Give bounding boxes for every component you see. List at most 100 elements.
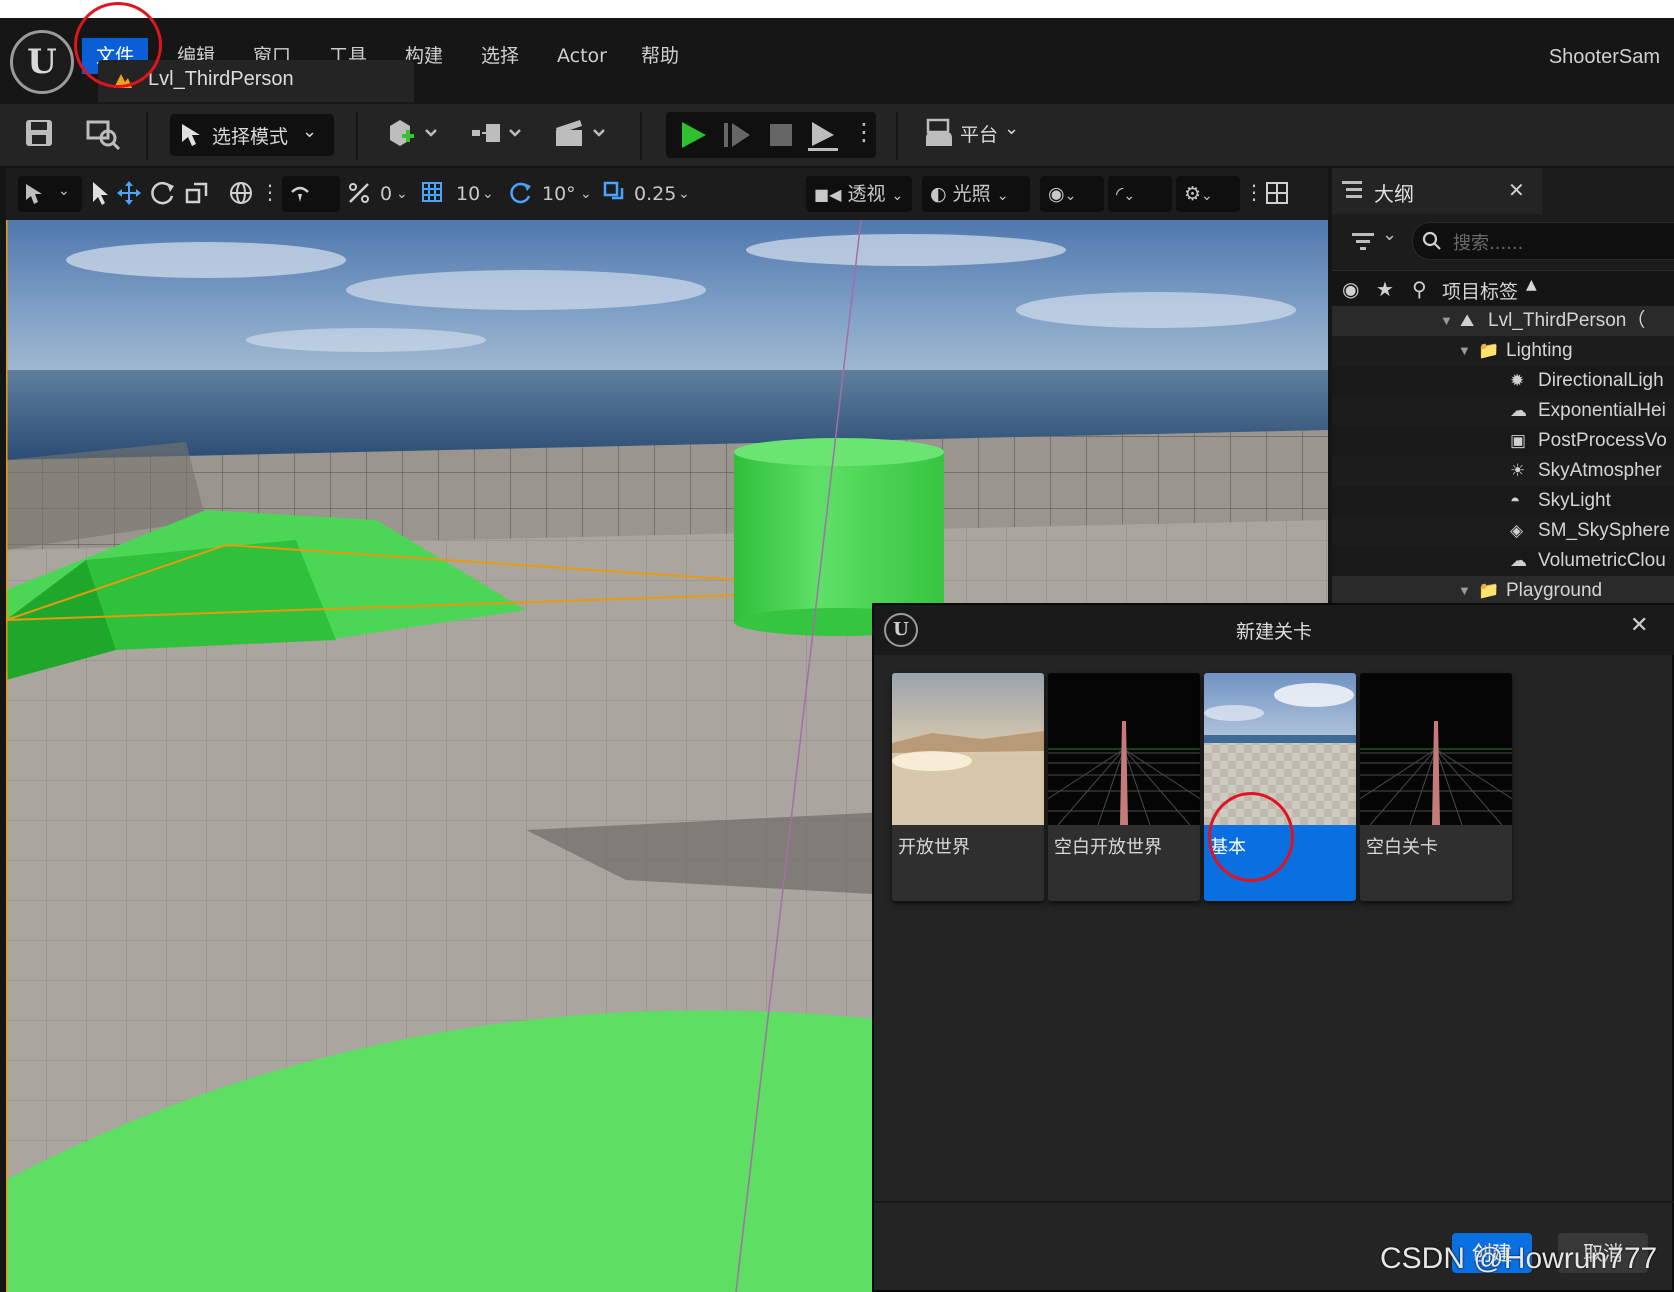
expand-arrow-icon[interactable]: ▼ bbox=[1440, 306, 1453, 336]
chevron-down-icon: ⌄ bbox=[580, 186, 592, 202]
outliner-row-label: VolumetricClou bbox=[1538, 550, 1666, 571]
show-dropdown[interactable]: ◉⌄ bbox=[1040, 176, 1104, 212]
outliner-row[interactable]: ◈ SM_SkySphere bbox=[1332, 516, 1674, 546]
add-actor-icon[interactable] bbox=[386, 118, 442, 150]
transform-mode-dropdown[interactable]: ⌄ bbox=[18, 176, 82, 212]
eye-icon[interactable]: ◉ bbox=[1342, 277, 1359, 301]
grid-snap-icon[interactable] bbox=[420, 180, 446, 206]
lighting-dropdown[interactable]: ◐ 光照 ⌄ bbox=[922, 176, 1030, 212]
outliner-row-label: Lighting bbox=[1506, 340, 1573, 361]
expand-arrow-icon[interactable]: ▼ bbox=[1458, 576, 1471, 606]
menu-actor[interactable]: Actor bbox=[543, 38, 621, 74]
close-icon[interactable]: ✕ bbox=[1508, 178, 1525, 202]
level-tab-label: Lvl_ThirdPerson bbox=[148, 68, 294, 90]
template-label: 空白关卡 bbox=[1366, 837, 1438, 858]
more-options-icon[interactable]: ⋮ bbox=[260, 178, 280, 206]
scale-snap-value[interactable]: 0.25 bbox=[634, 180, 676, 208]
blueprint-icon[interactable] bbox=[470, 118, 526, 150]
outliner-row[interactable]: ✹ DirectionalLigh bbox=[1332, 366, 1674, 396]
outliner-row[interactable]: ◓ SkyLight bbox=[1332, 486, 1674, 516]
watermark: CSDN @Howrun777 bbox=[1380, 1242, 1658, 1275]
select-mode-icon bbox=[182, 124, 200, 146]
layout-icon[interactable] bbox=[1264, 180, 1290, 206]
rotation-snap-icon[interactable] bbox=[346, 180, 372, 206]
chevron-down-icon: ⌄ bbox=[1123, 188, 1136, 204]
chevron-down-icon: ⌄ bbox=[996, 188, 1009, 204]
star-icon[interactable]: ★ bbox=[1376, 277, 1394, 301]
directional-light-icon: ✹ bbox=[1510, 371, 1525, 390]
select-mode-button[interactable]: 选择模式 ⌄ bbox=[170, 114, 334, 156]
menu-select[interactable]: 选择 bbox=[467, 38, 533, 74]
browse-content-icon[interactable] bbox=[86, 116, 122, 150]
menu-help[interactable]: 帮助 bbox=[627, 38, 693, 74]
outliner-row[interactable]: ☁ ExponentialHei bbox=[1332, 396, 1674, 426]
performance-dropdown[interactable]: ◜⌄ bbox=[1108, 176, 1172, 212]
template-empty-level[interactable]: 空白关卡 bbox=[1360, 673, 1512, 901]
surface-snap-icon bbox=[291, 186, 309, 202]
outliner-row[interactable]: ▣ PostProcessVo bbox=[1332, 426, 1674, 456]
stop-icon[interactable] bbox=[766, 120, 796, 150]
chevron-down-icon: ⌄ bbox=[1382, 224, 1398, 245]
outliner-row[interactable]: ▼ 📁 Playground bbox=[1332, 576, 1674, 606]
close-icon[interactable]: ✕ bbox=[1630, 613, 1648, 638]
world-local-icon[interactable] bbox=[228, 180, 254, 206]
viewport-toolbar: ⌄ ⋮ 0 ⌄ 10 ⌄ 10° ⌄ 0.25 ⌄ ■◀ 透视 ⌄ ◐ 光照 ⌄ bbox=[6, 168, 1328, 220]
gear-icon: ⚙ bbox=[1184, 183, 1202, 205]
surface-snap-dropdown[interactable] bbox=[282, 176, 340, 212]
chevron-down-icon: ⌄ bbox=[302, 121, 318, 142]
expand-arrow-icon[interactable]: ▼ bbox=[1458, 336, 1471, 366]
filter-icon[interactable] bbox=[1350, 228, 1376, 254]
settings-dropdown[interactable]: ⚙⌄ bbox=[1176, 176, 1240, 212]
scale-tool-icon[interactable] bbox=[184, 180, 210, 206]
cinematics-icon[interactable] bbox=[554, 116, 610, 150]
chevron-down-icon: ⌄ bbox=[891, 188, 904, 204]
folder-icon: 📁 bbox=[1478, 581, 1500, 600]
template-open-world[interactable]: 开放世界 bbox=[892, 673, 1044, 901]
outliner-row[interactable]: ▼ 📁 Lighting bbox=[1332, 336, 1674, 366]
template-label: 开放世界 bbox=[898, 837, 970, 858]
dialog-footer-divider bbox=[874, 1201, 1674, 1203]
toolbar-separator bbox=[146, 112, 148, 160]
translate-tool-icon[interactable] bbox=[116, 180, 142, 206]
fog-icon: ☁ bbox=[1510, 401, 1527, 420]
outliner-tree: ▼ ⛰ Lvl_ThirdPerson（ ▼ 📁 Lighting ✹ Directional… bbox=[1332, 306, 1674, 606]
angle-snap-value[interactable]: 10° bbox=[542, 180, 576, 208]
perspective-dropdown[interactable]: ■◀ 透视 ⌄ bbox=[806, 176, 912, 212]
outliner-search-input[interactable]: 搜索...... bbox=[1412, 222, 1674, 260]
select-tool-icon[interactable] bbox=[90, 180, 112, 206]
play-icon[interactable] bbox=[678, 120, 708, 150]
rotate-tool-icon[interactable] bbox=[150, 180, 176, 206]
template-empty-open-world[interactable]: 空白开放世界 bbox=[1048, 673, 1200, 901]
more-options-icon[interactable]: ⋮ bbox=[1244, 178, 1264, 206]
top-strip bbox=[0, 0, 1674, 18]
chevron-down-icon: ⌄ bbox=[58, 183, 70, 199]
chevron-down-icon: ⌄ bbox=[482, 186, 494, 202]
outliner-tab[interactable]: 大纲 ✕ bbox=[1332, 168, 1542, 214]
unreal-logo-icon[interactable]: U bbox=[10, 30, 74, 94]
advance-frame-icon[interactable] bbox=[722, 120, 752, 150]
outliner-row[interactable]: ▼ ⛰ Lvl_ThirdPerson（ bbox=[1332, 306, 1674, 336]
cloud-icon: ☁ bbox=[1510, 551, 1527, 570]
outliner-row-label: DirectionalLigh bbox=[1538, 370, 1664, 391]
eject-icon[interactable] bbox=[806, 118, 840, 152]
chevron-down-icon: ⌄ bbox=[1004, 118, 1020, 139]
save-icon[interactable] bbox=[24, 118, 54, 148]
main-toolbar: 选择模式 ⌄ ⋮ 平台 ⌄ bbox=[0, 104, 1674, 166]
outliner-row-label: SM_SkySphere bbox=[1538, 520, 1671, 541]
scale-snap-icon[interactable] bbox=[602, 180, 628, 206]
annotation-circle-file-menu bbox=[74, 2, 162, 88]
outliner-row-label: PostProcessVo bbox=[1538, 430, 1667, 451]
item-label-column-header[interactable]: 项目标签 bbox=[1442, 277, 1518, 304]
angle-snap-icon[interactable] bbox=[508, 180, 534, 206]
rotation-snap-value[interactable]: 0 bbox=[380, 180, 392, 208]
outliner-title: 大纲 bbox=[1374, 182, 1414, 206]
outliner-row[interactable]: ☀ SkyAtmospher bbox=[1332, 456, 1674, 486]
platforms-icon[interactable] bbox=[922, 116, 956, 150]
more-options-icon[interactable]: ⋮ bbox=[852, 118, 876, 146]
platforms-label[interactable]: 平台 bbox=[960, 120, 998, 147]
outliner-row[interactable]: ☁ VolumetricClou bbox=[1332, 546, 1674, 576]
pin-icon[interactable]: ⚲ bbox=[1412, 277, 1427, 301]
grid-snap-value[interactable]: 10 bbox=[456, 180, 480, 208]
toolbar-separator bbox=[640, 112, 642, 160]
chevron-down-icon: ⌄ bbox=[1064, 188, 1077, 204]
